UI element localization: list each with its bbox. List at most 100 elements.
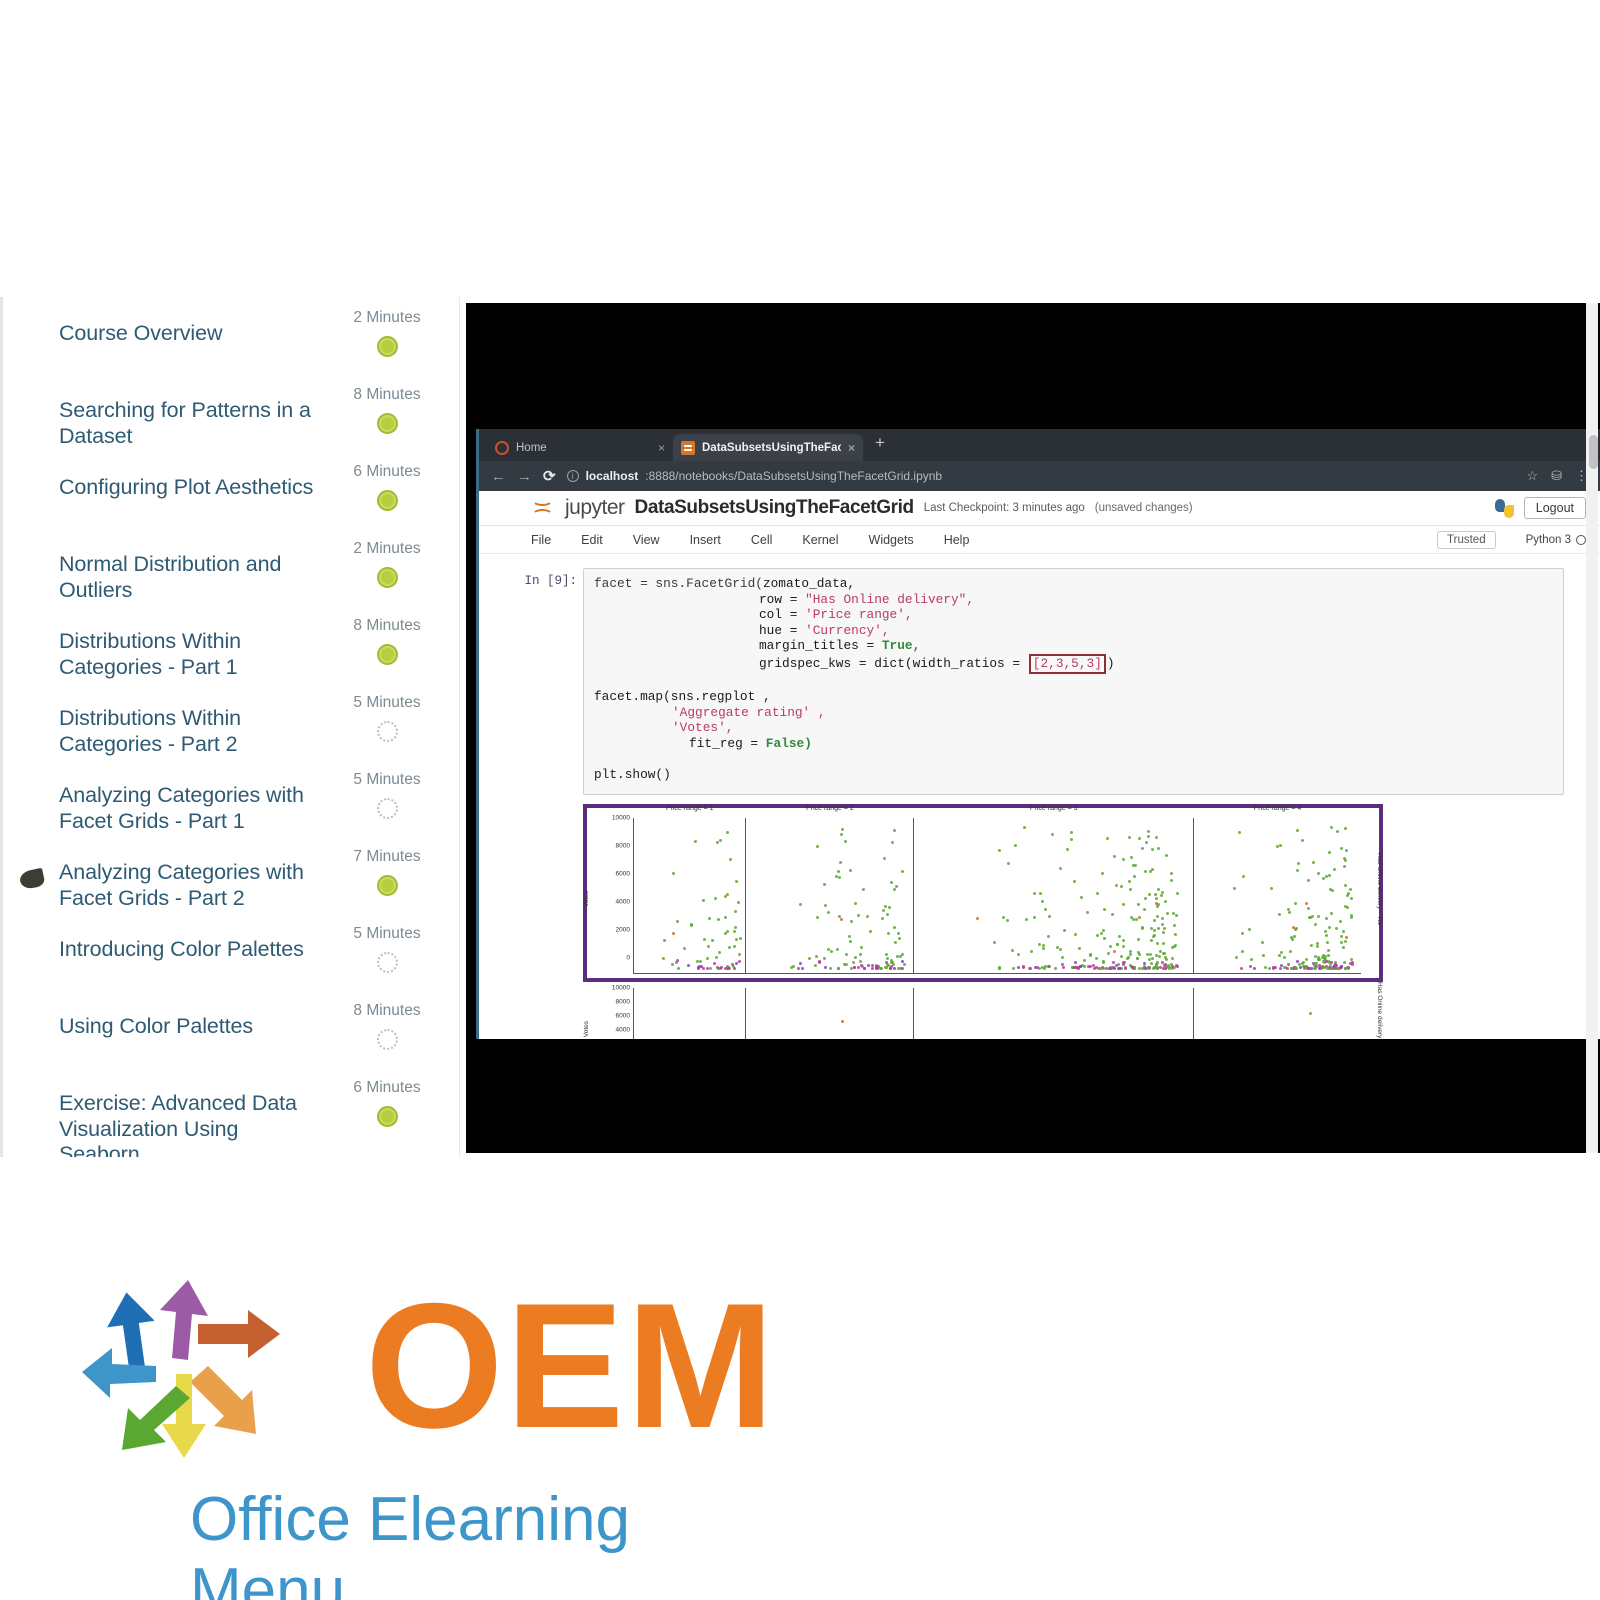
code-cell[interactable]: In [9]: facet = sns.FacetGrid(zomato_dat…: [515, 568, 1564, 795]
lesson-row[interactable]: Course Test9 Questions: [3, 1144, 459, 1157]
info-icon[interactable]: i: [567, 470, 579, 482]
scatter-point: [871, 964, 874, 967]
lesson-title[interactable]: Introducing Color Palettes: [59, 913, 333, 963]
back-arrow-icon[interactable]: ←: [491, 469, 506, 484]
lesson-row[interactable]: Introducing Color Palettes 5 Minutes: [3, 913, 459, 990]
lesson-row[interactable]: Normal Distribution and Outliers 2 Minute…: [3, 528, 459, 605]
lesson-title[interactable]: Analyzing Categories with Facet Grids - …: [59, 836, 333, 911]
lesson-row[interactable]: Configuring Plot Aesthetics 6 Minutes: [3, 451, 459, 528]
close-icon[interactable]: ×: [848, 441, 855, 455]
lesson-title[interactable]: Distributions Within Categories - Part 1: [59, 605, 333, 680]
scatter-point: [1165, 965, 1168, 968]
lesson-status-indicator: [377, 952, 398, 973]
scatter-point: [1171, 957, 1174, 960]
scatter-point: [1073, 966, 1076, 969]
lesson-title[interactable]: Distributions Within Categories - Part 2: [59, 682, 333, 757]
lesson-title[interactable]: Searching for Patterns in a Dataset: [59, 374, 333, 449]
facetgrid-output: Votes 0 2000 4000 6000 8000 10000 Price range =…: [583, 804, 1564, 1039]
scatter-point: [1162, 931, 1165, 934]
jupyter-brand[interactable]: jupyter: [565, 496, 625, 520]
jupyter-menu-file[interactable]: File: [531, 533, 551, 547]
new-tab-icon[interactable]: +: [863, 433, 897, 457]
facet-row-title: Has Online delivery = Yes: [1361, 982, 1383, 1039]
lesson-duration: 5 Minutes: [333, 771, 441, 788]
lesson-duration: 6 Minutes: [333, 1079, 441, 1096]
bookmark-star-icon[interactable]: ☆: [1526, 468, 1538, 484]
code-editor[interactable]: facet = sns.FacetGrid(zomato_data, row =…: [583, 568, 1564, 795]
jupyter-menu-edit[interactable]: Edit: [581, 533, 603, 547]
scatter-point: [799, 903, 802, 906]
lesson-meta: 6 Minutes: [333, 451, 441, 516]
page-scrollbar-thumb[interactable]: [1589, 435, 1598, 469]
scatter-point: [823, 957, 826, 960]
scatter-point: [1344, 884, 1347, 887]
reload-icon[interactable]: ⟳: [543, 469, 556, 484]
jupyter-menu-cell[interactable]: Cell: [751, 533, 773, 547]
lesson-title[interactable]: Using Color Palettes: [59, 990, 333, 1040]
lesson-title[interactable]: Course Test: [59, 1144, 333, 1157]
scatter-point: [1033, 892, 1036, 895]
lesson-row[interactable]: Analyzing Categories with Facet Grids - …: [3, 759, 459, 836]
close-icon[interactable]: ×: [658, 441, 665, 455]
scatter-point: [1339, 920, 1342, 923]
notebook-body: In [9]: facet = sns.FacetGrid(zomato_dat…: [479, 554, 1600, 1039]
scatter-point: [1129, 888, 1132, 891]
scatter-point: [1066, 848, 1069, 851]
forward-arrow-icon[interactable]: →: [517, 469, 532, 484]
scatter-point: [867, 964, 870, 967]
scatter-point: [1305, 958, 1308, 961]
scatter-point: [1313, 967, 1316, 970]
kernel-indicator[interactable]: Python 3: [1526, 534, 1586, 546]
notebook-title[interactable]: DataSubsetsUsingTheFacetGrid: [635, 497, 914, 519]
scatter-point: [1343, 961, 1346, 964]
jupyter-menu-widgets[interactable]: Widgets: [869, 533, 914, 547]
y-tick-label: 4000: [616, 898, 630, 905]
lesson-title[interactable]: Course Overview: [59, 297, 333, 347]
trusted-badge[interactable]: Trusted: [1437, 531, 1496, 549]
scatter-point: [1012, 967, 1015, 970]
y-axis-ticks: 0200040006000800010000: [599, 804, 633, 974]
extension-icon[interactable]: ⛁: [1551, 468, 1562, 484]
code-line-4-key: hue =: [594, 623, 805, 638]
scatter-point: [897, 932, 900, 935]
browser-tab-notebook[interactable]: DataSubsetsUsingTheFacetGri ×: [673, 434, 863, 461]
lesson-row[interactable]: Analyzing Categories with Facet Grids - …: [3, 836, 459, 913]
lesson-row[interactable]: Using Color Palettes 8 Minutes: [3, 990, 459, 1067]
facet-panel: Price range = 3: [913, 818, 1192, 974]
logout-button[interactable]: Logout: [1524, 497, 1586, 519]
code-line-1b: zomato_data,: [763, 576, 855, 591]
scatter-point: [881, 917, 884, 920]
lesson-title[interactable]: Configuring Plot Aesthetics: [59, 451, 333, 501]
jupyter-menu-view[interactable]: View: [633, 533, 660, 547]
url-host: localhost: [586, 469, 639, 483]
facet-row-title: Has Online delivery = No: [1361, 853, 1383, 925]
browser-tab-home[interactable]: Home ×: [487, 434, 673, 461]
lesson-row[interactable]: Distributions Within Categories - Part 2…: [3, 682, 459, 759]
scatter-point: [1166, 912, 1169, 915]
oem-wordmark: OEM: [365, 1276, 776, 1456]
lesson-title[interactable]: Normal Distribution and Outliers: [59, 528, 333, 603]
url-input[interactable]: i localhost:8888/notebooks/DataSubsetsUs…: [567, 469, 1516, 483]
scatter-point: [1153, 919, 1156, 922]
code-line-4-val: 'Currency',: [805, 623, 889, 638]
lesson-row[interactable]: Searching for Patterns in a Dataset 8 Min…: [3, 374, 459, 451]
video-player-frame[interactable]: Home × DataSubsetsUsingTheFacetGri × + ←…: [466, 303, 1600, 1153]
lesson-row[interactable]: Exercise: Advanced Data Visualization Us…: [3, 1067, 459, 1144]
facetgrid-row: Votes 0 2000 4000 6000 8000 10000 Price range =…: [583, 804, 1383, 974]
jupyter-menu-insert[interactable]: Insert: [690, 533, 721, 547]
lesson-title[interactable]: Analyzing Categories with Facet Grids - …: [59, 759, 333, 834]
facet-panel: [913, 988, 1192, 1039]
jupyter-menu-help[interactable]: Help: [944, 533, 970, 547]
scatter-point: [718, 951, 721, 954]
page-scrollbar-track[interactable]: [1586, 303, 1598, 1153]
lesson-row[interactable]: Course Overview 2 Minutes: [3, 297, 459, 374]
scatter-point: [1138, 967, 1141, 970]
facet-column-title: Price range = 1: [634, 805, 745, 812]
lesson-row[interactable]: Distributions Within Categories - Part 1…: [3, 605, 459, 682]
scatter-point: [1017, 966, 1020, 969]
scatter-point: [848, 935, 851, 938]
scatter-point: [1151, 848, 1154, 851]
scatter-point: [676, 920, 679, 923]
scatter-point: [1147, 835, 1150, 838]
jupyter-menu-kernel[interactable]: Kernel: [802, 533, 838, 547]
